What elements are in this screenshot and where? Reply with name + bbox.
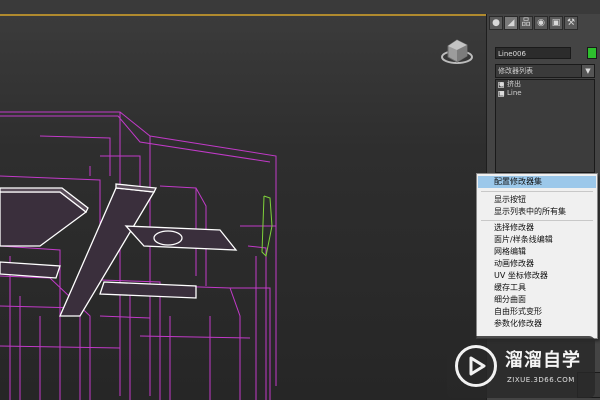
menu-item-configure-modifier-sets[interactable]: 配置修改器集 xyxy=(478,176,596,188)
menu-item-show-all-sets[interactable]: 显示列表中的所有集 xyxy=(478,206,596,218)
watermark: 溜溜自学 ZIXUE.3D66.COM xyxy=(447,336,595,398)
modifier-sets-context-menu: 配置修改器集 显示按钮 显示列表中的所有集 选择修改器 面片/样条线编辑 网格编… xyxy=(476,173,598,339)
object-name-field[interactable]: Line006 xyxy=(495,47,571,59)
motion-tab-icon[interactable]: ◉ xyxy=(534,16,548,30)
menu-separator xyxy=(481,191,593,192)
chevron-down-icon[interactable]: ▼ xyxy=(581,65,594,77)
menu-item-patch-spline-editing[interactable]: 面片/样条线编辑 xyxy=(478,234,596,246)
play-logo-icon xyxy=(455,345,497,387)
menu-item-subdivision-surfaces[interactable]: 细分曲面 xyxy=(478,294,596,306)
menu-item-free-form-deformers[interactable]: 自由形式变形 xyxy=(478,306,596,318)
selected-extruded-shapes xyxy=(0,183,238,317)
create-tab-icon[interactable]: ● xyxy=(489,16,503,30)
stack-item-label: Line xyxy=(507,89,522,97)
hierarchy-tab-icon[interactable]: 品 xyxy=(519,16,533,30)
expand-icon[interactable]: ■ xyxy=(498,90,505,97)
modifier-list-dropdown[interactable]: 修改器列表 ▼ xyxy=(495,64,595,78)
utilities-tab-icon[interactable]: ⚒ xyxy=(564,16,578,30)
stack-item-label: 挤出 xyxy=(507,80,521,88)
modifier-list-label: 修改器列表 xyxy=(498,67,533,75)
menu-item-mesh-editing[interactable]: 网格编辑 xyxy=(478,246,596,258)
watermark-title: 溜溜自学 xyxy=(505,350,581,371)
menu-item-cache-tools[interactable]: 缓存工具 xyxy=(478,282,596,294)
wireframe-scene xyxy=(0,111,277,400)
display-tab-icon[interactable]: ▣ xyxy=(549,16,563,30)
stack-item-line[interactable]: ■ Line xyxy=(496,89,594,98)
viewcube-icon[interactable] xyxy=(440,32,474,68)
menu-item-selection-modifiers[interactable]: 选择修改器 xyxy=(478,222,596,234)
stack-item-extrude[interactable]: ● 挤出 xyxy=(496,80,594,89)
watermark-url: ZIXUE.3D66.COM xyxy=(507,376,575,384)
menu-item-parametric-modifiers[interactable]: 参数化修改器 xyxy=(478,318,596,330)
object-color-swatch[interactable] xyxy=(587,47,597,59)
modifier-stack[interactable]: ● 挤出 ■ Line xyxy=(495,79,595,173)
menu-item-animation-modifiers[interactable]: 动画修改器 xyxy=(478,258,596,270)
perspective-viewport[interactable] xyxy=(0,16,486,400)
menu-item-show-buttons[interactable]: 显示按钮 xyxy=(478,194,596,206)
menu-item-uv-coordinate-modifiers[interactable]: UV 坐标修改器 xyxy=(478,270,596,282)
wireframe-geometry xyxy=(0,111,277,400)
command-panel-tabs: ● ◢ 品 ◉ ▣ ⚒ xyxy=(489,16,597,30)
modify-tab-icon[interactable]: ◢ xyxy=(504,16,518,30)
menu-separator xyxy=(481,220,593,221)
light-bulb-icon[interactable]: ● xyxy=(498,81,504,88)
